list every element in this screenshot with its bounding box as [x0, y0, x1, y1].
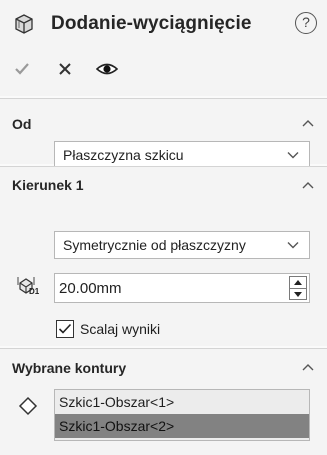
detailed-preview-button[interactable] [92, 58, 122, 80]
spinner-up-button[interactable] [290, 277, 306, 288]
feature-title: Dodanie-wyciągnięcie [51, 13, 252, 34]
end-condition-value: Symetrycznie od płaszczyzny [63, 237, 246, 253]
collapse-chevron-icon[interactable] [301, 362, 315, 372]
ok-check-icon [15, 63, 29, 75]
ok-button[interactable] [9, 58, 35, 80]
contour-list-item[interactable]: Szkic1-Obszar<1> [55, 390, 309, 414]
direction1-section-title: Kierunek 1 [12, 177, 84, 193]
start-condition-value: Płaszczyzna szkicu [63, 147, 184, 163]
selected-contours-section: Wybrane kontury Szkic1-Obszar<1> Szkic1-… [0, 348, 327, 455]
depth-icon-label: D1 [29, 287, 40, 296]
from-section: Od Płaszczyzna szkicu [0, 98, 327, 169]
chevron-down-icon [287, 152, 299, 159]
collapse-chevron-icon[interactable] [301, 118, 315, 128]
cancel-x-icon [59, 63, 71, 75]
start-condition-select[interactable]: Płaszczyzna szkicu [54, 141, 310, 169]
sketch-contour-icon [18, 396, 38, 416]
contour-list-item-selected[interactable]: Szkic1-Obszar<2> [55, 414, 309, 438]
extrude-boss-icon [15, 14, 33, 34]
merge-results-checkbox[interactable] [56, 320, 74, 338]
end-condition-select[interactable]: Symetrycznie od płaszczyzny [54, 231, 310, 259]
depth-value: 20.00mm [59, 279, 122, 297]
help-icon[interactable]: ? [295, 12, 317, 34]
depth-input[interactable]: 20.00mm [54, 273, 310, 303]
from-section-title: Od [12, 116, 32, 132]
check-mark-icon [58, 323, 72, 334]
depth-icon: D1 [16, 275, 44, 299]
merge-results-label: Scalaj wyniki [80, 321, 161, 337]
property-manager-header: Dodanie-wyciągnięcie ? [0, 0, 327, 96]
triangle-up-icon [294, 280, 302, 285]
cancel-button[interactable] [52, 58, 78, 80]
chevron-down-icon [287, 242, 299, 249]
spinner-down-button[interactable] [290, 288, 306, 299]
collapse-chevron-icon[interactable] [301, 180, 315, 190]
triangle-down-icon [294, 291, 302, 297]
contours-section-title: Wybrane kontury [12, 360, 127, 376]
depth-spinner[interactable] [289, 276, 307, 300]
contours-list[interactable]: Szkic1-Obszar<1> Szkic1-Obszar<2> [54, 389, 310, 441]
detailed-preview-eye-icon [96, 63, 118, 75]
direction1-section: Kierunek 1 Symetrycznie od płaszczyzny D… [0, 166, 327, 346]
